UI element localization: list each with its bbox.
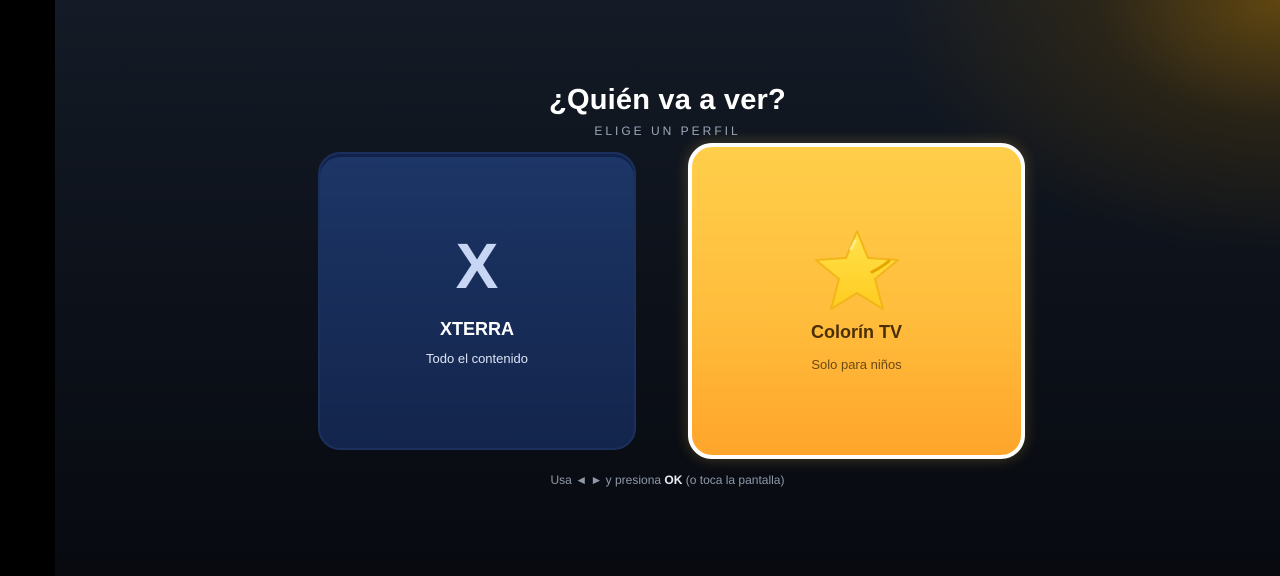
star-icon bbox=[815, 230, 899, 310]
screen: ¿Quién va a ver? ELIGE UN PERFIL X XTERR… bbox=[0, 0, 1280, 576]
profile-name: XTERRA bbox=[439, 319, 514, 339]
ok-key-label: OK bbox=[664, 473, 683, 487]
page-subtitle: ELIGE UN PERFIL bbox=[594, 124, 741, 138]
left-arrow-icon: ◄ bbox=[575, 473, 588, 487]
profile-selection-screen: ¿Quién va a ver? ELIGE UN PERFIL X XTERR… bbox=[55, 0, 1280, 576]
profile-description: Solo para niños bbox=[811, 357, 902, 372]
xterra-logo-icon: X bbox=[455, 230, 499, 302]
profile-description: Todo el contenido bbox=[426, 351, 528, 366]
navigation-hint: Usa ◄ ► y presiona OK (o toca la pantall… bbox=[55, 473, 1280, 487]
hint-prefix: Usa bbox=[550, 473, 572, 487]
hint-middle: y presiona bbox=[605, 473, 662, 487]
profile-card-xterra[interactable]: X XTERRA Todo el contenido bbox=[318, 152, 636, 450]
right-arrow-icon: ► bbox=[590, 473, 603, 487]
hint-suffix: (o toca la pantalla) bbox=[685, 473, 785, 487]
profile-name: Colorín TV bbox=[811, 322, 902, 342]
page-title: ¿Quién va a ver? bbox=[549, 84, 786, 116]
profile-card-colorin-tv[interactable]: Colorín TV Solo para niños bbox=[688, 143, 1025, 459]
